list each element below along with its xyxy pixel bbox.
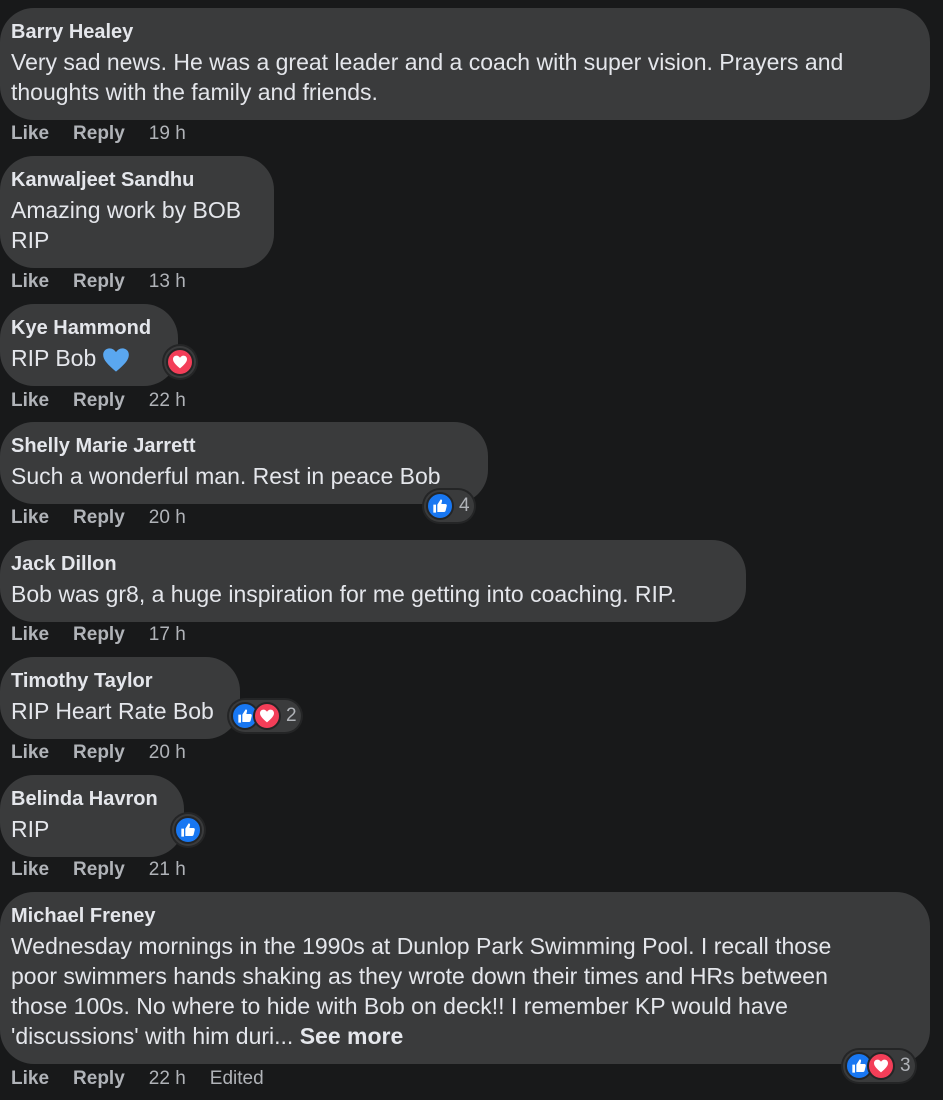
comment-text-line: RIP Bob xyxy=(11,343,166,373)
reaction-count: 2 xyxy=(286,705,297,726)
comment-bubble: Belinda Havron RIP xyxy=(0,775,184,857)
comment-author[interactable]: Barry Healey xyxy=(11,20,918,44)
reply-button[interactable]: Reply xyxy=(73,123,125,144)
reaction-summary[interactable] xyxy=(172,814,204,846)
comment-author[interactable]: Jack Dillon xyxy=(11,552,734,576)
comment-timestamp[interactable]: 20 h xyxy=(149,507,186,528)
comment-text-line: RIP Heart Rate Bob xyxy=(11,698,214,724)
reply-button[interactable]: Reply xyxy=(73,390,125,411)
comment-bubble: Timothy Taylor RIP Heart Rate Bob xyxy=(0,657,240,739)
comment-timestamp[interactable]: 19 h xyxy=(149,123,186,144)
comment-bubble: Michael Freney Wednesday mornings in the… xyxy=(0,892,930,1064)
comment-text-line: Such a wonderful man. Rest in peace Bob xyxy=(11,463,441,489)
comment-actions: Like Reply 20 h xyxy=(11,741,210,765)
reaction-summary[interactable]: 2 xyxy=(229,700,301,732)
comment-text-line: Very sad news. He was a great leader and… xyxy=(11,49,844,75)
comment-bubble: Jack Dillon Bob was gr8, a huge inspirat… xyxy=(0,540,746,622)
comment-text-line: Wednesday mornings in the 1990s at Dunlo… xyxy=(11,933,832,959)
reaction-count: 3 xyxy=(900,1055,911,1076)
comment-text-line: Bob was gr8, a huge inspiration for me g… xyxy=(11,581,677,607)
comment-actions: Like Reply 20 h xyxy=(11,506,210,530)
reaction-summary[interactable] xyxy=(164,346,196,378)
love-icon xyxy=(867,1052,895,1080)
reply-button[interactable]: Reply xyxy=(73,742,125,763)
comment-actions: Like Reply 17 h xyxy=(11,623,210,647)
reply-button[interactable]: Reply xyxy=(73,859,125,880)
like-button[interactable]: Like xyxy=(11,859,49,880)
comment-actions: Like Reply 22 h Edited xyxy=(11,1067,288,1091)
comment-timestamp[interactable]: 22 h xyxy=(149,1068,186,1089)
like-button[interactable]: Like xyxy=(11,624,49,645)
like-button[interactable]: Like xyxy=(11,390,49,411)
comment-timestamp[interactable]: 17 h xyxy=(149,624,186,645)
comment-text-line: RIP xyxy=(11,816,50,842)
comment-timestamp[interactable]: 21 h xyxy=(149,859,186,880)
like-button[interactable]: Like xyxy=(11,271,49,292)
comment-author[interactable]: Timothy Taylor xyxy=(11,669,228,693)
like-button[interactable]: Like xyxy=(11,742,49,763)
like-button[interactable]: Like xyxy=(11,1068,49,1089)
comment-author[interactable]: Shelly Marie Jarrett xyxy=(11,434,476,458)
reply-button[interactable]: Reply xyxy=(73,507,125,528)
comment-author[interactable]: Michael Freney xyxy=(11,904,918,928)
comment-author[interactable]: Kanwaljeet Sandhu xyxy=(11,168,262,192)
comment-timestamp[interactable]: 20 h xyxy=(149,742,186,763)
reaction-summary[interactable]: 3 xyxy=(843,1050,915,1082)
comment-text-line: RIP xyxy=(11,227,50,253)
comment-text-line: Amazing work by BOB xyxy=(11,197,242,223)
like-icon xyxy=(426,492,454,520)
comment-text-line: those 100s. No where to hide with Bob on… xyxy=(11,993,788,1019)
comment-author[interactable]: Belinda Havron xyxy=(11,787,172,811)
blue-heart-emoji xyxy=(103,348,130,372)
reply-button[interactable]: Reply xyxy=(73,1068,125,1089)
love-icon xyxy=(253,702,281,730)
comment-actions: Like Reply 19 h xyxy=(11,122,210,146)
comment-text: RIP Bob xyxy=(11,345,97,371)
comment-author[interactable]: Kye Hammond xyxy=(11,316,166,340)
comment-actions: Like Reply 21 h xyxy=(11,858,210,882)
reply-button[interactable]: Reply xyxy=(73,271,125,292)
comment-timestamp[interactable]: 22 h xyxy=(149,390,186,411)
comment-bubble: Kye Hammond RIP Bob xyxy=(0,304,178,386)
edited-label[interactable]: Edited xyxy=(210,1068,264,1089)
comment-bubble: Kanwaljeet Sandhu Amazing work by BOB RI… xyxy=(0,156,274,268)
comment-actions: Like Reply 22 h xyxy=(11,389,210,413)
like-icon xyxy=(174,816,202,844)
comment-text-line: thoughts with the family and friends. xyxy=(11,79,378,105)
comment-bubble: Shelly Marie Jarrett Such a wonderful ma… xyxy=(0,422,488,504)
comment-bubble: Barry Healey Very sad news. He was a gre… xyxy=(0,8,930,120)
like-button[interactable]: Like xyxy=(11,507,49,528)
reaction-summary[interactable]: 4 xyxy=(424,490,474,522)
reaction-count: 4 xyxy=(459,495,470,516)
love-icon xyxy=(166,348,194,376)
reply-button[interactable]: Reply xyxy=(73,624,125,645)
see-more-link[interactable]: See more xyxy=(300,1023,404,1049)
like-button[interactable]: Like xyxy=(11,123,49,144)
comment-timestamp[interactable]: 13 h xyxy=(149,271,186,292)
comment-text-line: poor swimmers hands shaking as they wrot… xyxy=(11,963,828,989)
comment-text-line: 'discussions' with him duri... See more xyxy=(11,1021,918,1051)
comment-actions: Like Reply 13 h xyxy=(11,270,210,294)
comment-text: 'discussions' with him duri... xyxy=(11,1023,300,1049)
